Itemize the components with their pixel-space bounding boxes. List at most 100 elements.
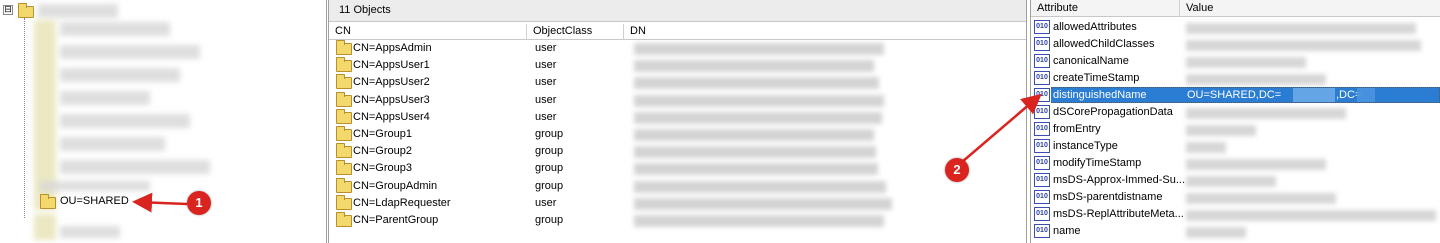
cn-cell: CN=AppsUser4 [353, 110, 430, 123]
attribute-name: msDS-ReplAttributeMeta... [1053, 208, 1184, 220]
objects-header: CN ObjectClass DN [329, 24, 1026, 40]
attribute-icon: 010 [1034, 122, 1050, 136]
attribute-row[interactable]: 010 msDS-ReplAttributeMeta... [1031, 206, 1440, 223]
cn-cell: CN=AppsUser3 [353, 93, 430, 106]
attributes-list: 010 allowedAttributes 010 allowedChildClas… [1031, 19, 1440, 240]
attribute-icon: 010 [1034, 37, 1050, 51]
redacted-value [1186, 227, 1246, 238]
redacted-node [60, 137, 165, 151]
class-cell: user [535, 76, 557, 89]
redacted-domain [1293, 88, 1335, 102]
folder-icon [40, 194, 56, 209]
redacted-value [1186, 142, 1226, 153]
folder-icon [336, 194, 352, 210]
attribute-name: fromEntry [1053, 123, 1101, 135]
redacted-root-label [38, 4, 118, 18]
attribute-row-selected[interactable]: 010 distinguishedName OU=SHARED,DC= ,DC= [1031, 87, 1440, 104]
class-cell: group [535, 127, 564, 140]
folder-icon [336, 177, 352, 193]
redacted-node [60, 226, 120, 238]
attribute-name: dSCorePropagationData [1053, 106, 1173, 118]
attribute-icon: 010 [1034, 139, 1050, 153]
class-cell: user [535, 93, 557, 106]
attribute-name: allowedAttributes [1053, 21, 1137, 33]
attribute-row[interactable]: 010 msDS-Approx-Immed-Su... [1031, 172, 1440, 189]
redacted-dn [634, 77, 879, 90]
attribute-row[interactable]: 010 canonicalName [1031, 53, 1440, 70]
attribute-name: modifyTimeStamp [1053, 157, 1142, 169]
redacted-domain [1357, 88, 1375, 102]
redacted-dn [634, 60, 874, 73]
attribute-row[interactable]: 010 instanceType [1031, 138, 1440, 155]
class-cell: user [535, 110, 557, 123]
attributes-pane[interactable]: Attribute Value 010 allowedAttributes 010… [1030, 0, 1440, 243]
callout-badge-2: 2 [945, 158, 969, 182]
attribute-row[interactable]: 010 allowedAttributes [1031, 19, 1440, 36]
column-header-dn[interactable]: DN [624, 24, 1026, 39]
attribute-name: msDS-Approx-Immed-Su... [1053, 174, 1186, 186]
folder-icon [336, 40, 352, 55]
attribute-name: distinguishedName [1051, 89, 1149, 101]
attribute-icon: 010 [1034, 156, 1050, 170]
attribute-icon: 010 [1034, 71, 1050, 85]
folder-icon [336, 143, 352, 159]
tree-line [24, 18, 25, 218]
class-cell: group [535, 213, 564, 226]
objects-pane[interactable]: 11 Objects CN ObjectClass DN CN=AppsAdmi… [328, 0, 1027, 243]
folder-icon [336, 108, 352, 124]
attribute-row[interactable]: 010 dSCorePropagationData [1031, 104, 1440, 121]
redacted-dn [634, 43, 884, 55]
redacted-node [60, 160, 210, 174]
attribute-row[interactable]: 010 allowedChildClasses [1031, 36, 1440, 53]
redacted-dn [634, 180, 886, 193]
redacted-value [1186, 193, 1336, 204]
attribute-icon: 010 [1034, 190, 1050, 204]
attribute-icon: 010 [1034, 207, 1050, 221]
callout-badge-1: 1 [187, 191, 211, 215]
folder-icon [336, 74, 352, 90]
cn-cell: CN=AppsAdmin [353, 42, 432, 54]
cn-cell: CN=Group3 [353, 162, 413, 175]
redacted-dn [634, 111, 882, 124]
attribute-row[interactable]: 010 msDS-parentdistname [1031, 189, 1440, 206]
attribute-name: msDS-parentdistname [1053, 191, 1163, 203]
redacted-dn [634, 146, 876, 159]
attribute-icon: 010 [1034, 105, 1050, 119]
collapse-icon[interactable]: ⊟ [3, 5, 13, 15]
redacted-value [1186, 125, 1256, 136]
folder-icon [336, 125, 352, 141]
redacted-dn [634, 197, 892, 210]
tree-node-ou-shared[interactable]: OU=SHARED [58, 195, 131, 207]
class-cell: group [535, 162, 564, 175]
cn-cell: CN=AppsUser2 [353, 76, 430, 89]
redacted-value [1186, 159, 1326, 170]
cn-cell: CN=ParentGroup [353, 213, 439, 226]
class-cell: user [535, 42, 557, 54]
redacted-value [1186, 210, 1436, 221]
attribute-row[interactable]: 010 createTimeStamp [1031, 70, 1440, 87]
cn-cell: CN=Group2 [353, 145, 413, 158]
redacted-node [60, 45, 200, 59]
tree-pane[interactable]: ⊟ OU=SHARED [0, 0, 327, 243]
column-header-value[interactable]: Value [1180, 0, 1440, 16]
attribute-icon: 010 [1034, 20, 1050, 34]
redacted-dn [634, 163, 878, 176]
class-cell: group [535, 179, 564, 192]
attribute-row[interactable]: 010 modifyTimeStamp [1031, 155, 1440, 172]
class-cell: group [535, 145, 564, 158]
column-header-attribute[interactable]: Attribute [1031, 0, 1180, 16]
attribute-row[interactable]: 010 fromEntry [1031, 121, 1440, 138]
redacted-dn [634, 128, 874, 141]
redacted-node [40, 181, 150, 191]
root-folder-icon [18, 3, 34, 18]
attribute-name: canonicalName [1053, 55, 1129, 67]
redacted-value [1186, 40, 1421, 51]
attribute-icon: 010 [1034, 173, 1050, 187]
column-header-objectclass[interactable]: ObjectClass [527, 24, 624, 39]
redacted-value [1186, 57, 1306, 68]
class-cell: user [535, 196, 557, 209]
redacted-node [60, 68, 180, 82]
column-header-cn[interactable]: CN [329, 24, 527, 39]
redacted-node [60, 22, 170, 36]
attribute-row[interactable]: 010 name [1031, 223, 1440, 240]
